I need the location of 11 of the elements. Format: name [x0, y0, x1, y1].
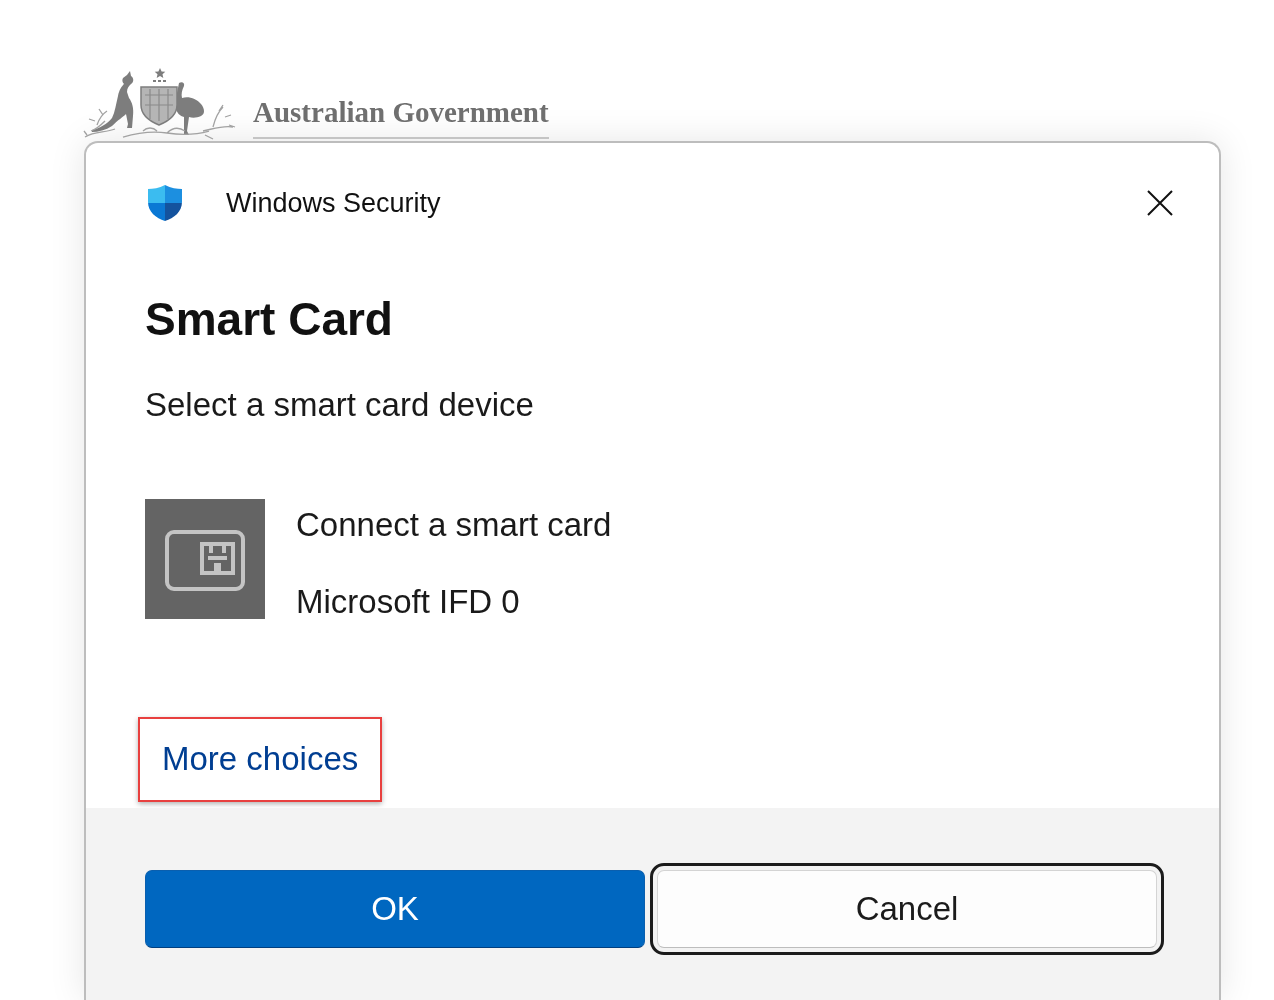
ok-button[interactable]: OK	[145, 869, 645, 948]
dialog-title: Smart Card	[145, 292, 393, 347]
cancel-button[interactable]: Cancel	[650, 862, 1164, 955]
close-icon	[1147, 190, 1173, 216]
app-title: Windows Security	[226, 187, 441, 220]
smart-card-icon	[145, 499, 265, 619]
more-choices-link[interactable]: More choices	[162, 737, 359, 781]
smart-card-option[interactable]: Connect a smart card Microsoft IFD 0	[145, 499, 612, 624]
logo-text: Australian Government	[253, 97, 549, 127]
shield-icon	[146, 184, 184, 222]
dialog-subtitle: Select a smart card device	[145, 385, 534, 425]
